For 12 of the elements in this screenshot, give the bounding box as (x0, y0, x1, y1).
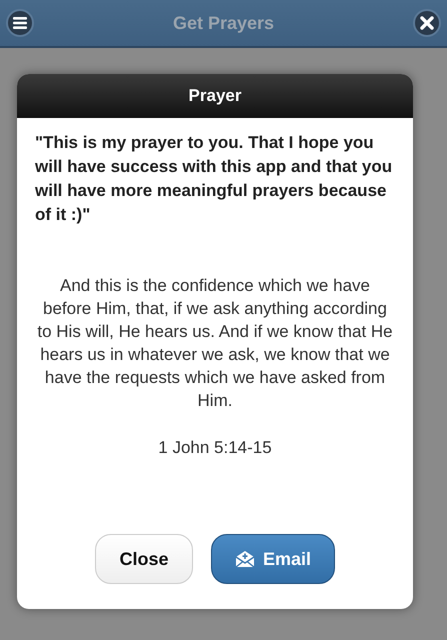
close-button[interactable] (412, 9, 441, 37)
page-title: Get Prayers (172, 12, 274, 34)
envelope-icon (234, 550, 255, 568)
verse-text: And this is the confidence which we have before Him, that, if we ask anything according to His will, He hears us. And if we know that He hears us in whatever we ask, we know that we have the requests which we have asked from Him. (36, 275, 394, 412)
dialog-title: Prayer (17, 74, 413, 118)
verse-reference: 1 John 5:14-15 (157, 438, 273, 458)
close-button[interactable]: Close (95, 534, 193, 584)
close-icon (420, 16, 434, 30)
menu-icon (12, 16, 28, 30)
menu-button[interactable] (6, 9, 34, 37)
prayer-message: "This is my prayer to you. That I hope you will have success with this app and that you will have more meaningful prayers because of it :)" (35, 132, 394, 226)
email-button[interactable]: Email (211, 534, 335, 584)
